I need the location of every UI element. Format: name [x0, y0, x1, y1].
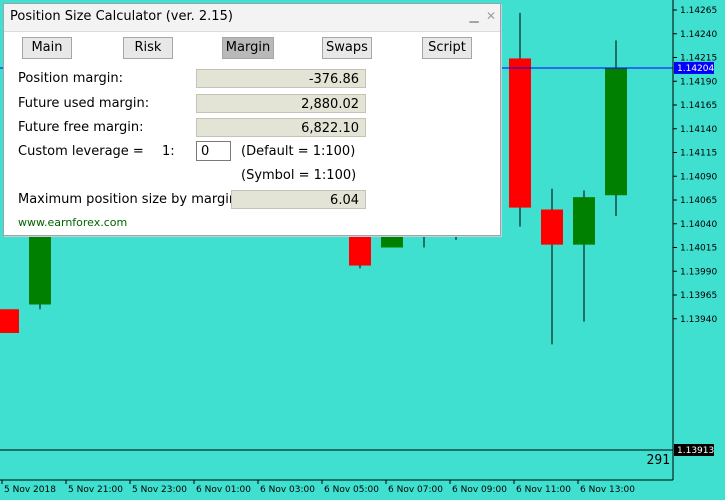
candle-body — [605, 67, 627, 196]
tab-script[interactable]: Script — [422, 37, 472, 59]
price-tick-label: 1.13940 — [680, 315, 717, 325]
minimize-icon[interactable]: ▁ — [467, 9, 481, 23]
current-price-label: 1.14204 — [677, 64, 714, 74]
price-tick-label: 1.13965 — [680, 291, 717, 301]
time-tick-label: 5 Nov 21:00 — [68, 485, 123, 495]
default-leverage-text: (Default = 1:100) — [241, 144, 356, 159]
time-tick-label: 6 Nov 13:00 — [580, 485, 635, 495]
price-tick-label: 1.14090 — [680, 172, 717, 182]
position-size-calculator-panel[interactable]: Position Size Calculator (ver. 2.15) ▁ ✕… — [3, 3, 501, 236]
time-tick-label: 6 Nov 03:00 — [260, 485, 315, 495]
future-used-margin-value: 2,880.02 — [196, 94, 366, 113]
tab-swaps[interactable]: Swaps — [322, 37, 372, 59]
candle-body — [573, 197, 595, 245]
price-tick-label: 1.14240 — [680, 30, 717, 40]
price-tick-label: 1.14015 — [680, 244, 717, 254]
time-tick-label: 5 Nov 23:00 — [132, 485, 187, 495]
max-position-size-value: 6.04 — [231, 190, 366, 209]
time-tick-label: 5 Nov 2018 — [4, 485, 56, 495]
price-axis: 1.142651.142401.142151.141901.141651.141… — [672, 0, 717, 480]
leverage-prefix: 1: — [162, 144, 175, 159]
price-tick-label: 1.13990 — [680, 267, 717, 277]
price-tick-label: 1.14190 — [680, 77, 717, 87]
price-tick-label: 1.14140 — [680, 125, 717, 135]
panel-titlebar[interactable]: Position Size Calculator (ver. 2.15) ▁ ✕ — [4, 4, 500, 32]
future-free-margin-label: Future free margin: — [18, 120, 144, 135]
time-tick-label: 6 Nov 09:00 — [452, 485, 507, 495]
custom-leverage-label: Custom leverage = — [18, 144, 144, 159]
bar-counter: 291 — [647, 453, 670, 468]
price-tick-label: 1.14265 — [680, 6, 717, 16]
candle-body — [541, 209, 563, 245]
time-tick-label: 6 Nov 07:00 — [388, 485, 443, 495]
panel-title: Position Size Calculator (ver. 2.15) — [10, 9, 233, 24]
position-margin-label: Position margin: — [18, 71, 123, 86]
earnforex-link[interactable]: www.earnforex.com — [18, 216, 127, 229]
time-axis: 5 Nov 2018 5 Nov 21:00 5 Nov 23:00 6 Nov 01… — [0, 479, 673, 495]
tab-risk[interactable]: Risk — [123, 37, 173, 59]
future-free-margin-value: 6,822.10 — [196, 118, 366, 137]
candle-body — [509, 58, 531, 208]
price-tick-label: 1.14040 — [680, 220, 717, 230]
candle-body — [0, 309, 19, 333]
position-margin-value: -376.86 — [196, 69, 366, 88]
price-tick-label: 1.14115 — [680, 149, 717, 159]
max-position-size-label: Maximum position size by margin: — [18, 192, 242, 207]
price-tick-label: 1.14065 — [680, 196, 717, 206]
future-used-margin-label: Future used margin: — [18, 96, 150, 111]
time-tick-label: 6 Nov 11:00 — [516, 485, 571, 495]
tab-margin[interactable]: Margin — [222, 37, 274, 59]
symbol-leverage-text: (Symbol = 1:100) — [241, 168, 357, 183]
low-price-label: 1.13913 — [677, 446, 714, 456]
tab-main[interactable]: Main — [22, 37, 72, 59]
price-tick-label: 1.14165 — [680, 101, 717, 111]
time-tick-label: 6 Nov 01:00 — [196, 485, 251, 495]
time-tick-label: 6 Nov 05:00 — [324, 485, 379, 495]
close-icon[interactable]: ✕ — [484, 9, 498, 23]
custom-leverage-input[interactable]: 0 — [196, 141, 231, 161]
